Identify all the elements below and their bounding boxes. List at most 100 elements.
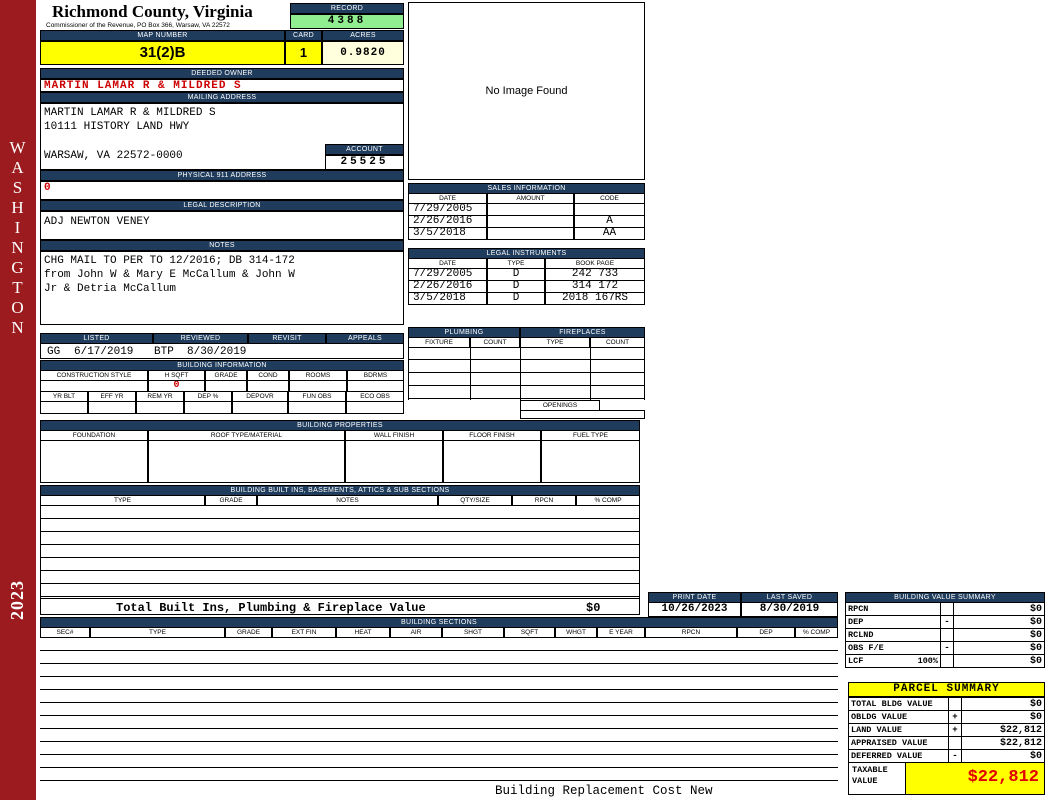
account-value: 25525: [325, 155, 404, 170]
parcel-summary-table: TOTAL BLDG VALUE $0 OBLDG VALUE + $0 LAN…: [848, 697, 1045, 763]
bvs-label-lcf: LCF 100%: [845, 654, 941, 668]
sales-row-code: AA: [574, 227, 645, 240]
bp-val-wall: [345, 440, 443, 483]
reviewed-date-value: 8/30/2019: [187, 346, 247, 358]
bvs-label: DEP: [845, 615, 941, 629]
openings-value: [520, 410, 645, 419]
bvs-op: [940, 654, 954, 668]
bvs-label: RCLND: [845, 628, 941, 642]
built-ins-grid: [40, 506, 640, 598]
ps-value: $22,812: [961, 723, 1045, 737]
bvs-row: RPCN $0: [845, 602, 1045, 616]
sales-row-date: 3/5/2018: [408, 227, 487, 240]
card-header: CARD: [285, 30, 322, 41]
mailing-line-2: 10111 HISTORY LAND HWY: [44, 121, 190, 133]
bs-col-type: TYPE: [90, 627, 225, 638]
notes-line-3: Jr & Detria McCallum: [44, 283, 177, 295]
bs-col-comp: % COMP: [795, 627, 838, 638]
physical-address-header: PHYSICAL 911 ADDRESS: [40, 170, 404, 181]
map-number-value: 31(2)B: [40, 41, 285, 65]
parcel-photo-placeholder: No Image Found: [408, 2, 645, 180]
bvs-op: [940, 602, 954, 616]
county-title: Richmond County, Virginia: [52, 2, 253, 21]
bs-col-air: AIR: [390, 627, 442, 638]
mailing-line-3: WARSAW, VA 22572-0000: [44, 150, 183, 162]
notes-header: NOTES: [40, 240, 404, 251]
bvs-label: OBS F/E: [845, 641, 941, 655]
taxable-label-line-2: VALUE: [852, 776, 878, 786]
bs-col-sqft: SQFT: [504, 627, 555, 638]
bs-col-eyear: E YEAR: [597, 627, 645, 638]
bvs-value: $0: [953, 628, 1045, 642]
builtins-col-comp: % COMP: [576, 495, 640, 506]
ps-label: TOTAL BLDG VALUE: [848, 697, 949, 711]
instr-row-bookpage: 2018 167RS: [545, 292, 645, 305]
notes-line-1: CHG MAIL TO PER TO 12/2016; DB 314-172: [44, 255, 295, 267]
bvs-row: OBS F/E - $0: [845, 641, 1045, 655]
builtins-col-rpcn: RPCN: [512, 495, 576, 506]
deeded-owner-value: MARTIN LAMAR R & MILDRED S: [40, 79, 404, 92]
bs-col-sec: SEC#: [40, 627, 90, 638]
ps-value: $22,812: [961, 736, 1045, 750]
bvs-value: $0: [953, 641, 1045, 655]
notes-line-2: from John W & Mary E McCallum & John W: [44, 269, 295, 281]
ps-row: TOTAL BLDG VALUE $0: [848, 697, 1045, 711]
ps-op: +: [948, 723, 962, 737]
bs-col-extfin: EXT FIN: [272, 627, 336, 638]
year-sidebar: WASHINGTON 2023: [0, 0, 36, 800]
acres-header: ACRES: [322, 30, 404, 41]
bp-val-foundation: [40, 440, 148, 483]
mailing-line-1: MARTIN LAMAR R & MILDRED S: [44, 107, 216, 119]
bvs-op: -: [940, 641, 954, 655]
plumbing-grid-divider: [470, 347, 471, 400]
reviewed-by-value: BTP: [154, 346, 174, 358]
legal-description-value: ADJ NEWTON VENEY: [40, 211, 404, 240]
bs-col-dep: DEP: [737, 627, 795, 638]
ps-row: OBLDG VALUE + $0: [848, 710, 1045, 724]
map-number-header: MAP NUMBER: [40, 30, 285, 41]
ps-label: DEFERRED VALUE: [848, 749, 949, 763]
commissioner-line: Commissioner of the Revenue, PO Box 366,…: [46, 22, 230, 29]
fireplace-grid-divider: [590, 347, 591, 400]
property-record-card: WASHINGTON 2023 Richmond County, Virgini…: [0, 0, 1050, 800]
ps-value: $0: [961, 749, 1045, 763]
notes-box: CHG MAIL TO PER TO 12/2016; DB 314-172 f…: [40, 251, 404, 325]
bi-val2: [232, 401, 288, 414]
bvs-value: $0: [953, 615, 1045, 629]
bp-val-roof: [148, 440, 345, 483]
bvs-op: [940, 628, 954, 642]
deeded-owner-header: DEEDED OWNER: [40, 68, 404, 79]
ps-label: APPRAISED VALUE: [848, 736, 949, 750]
last-saved-value: 8/30/2019: [741, 602, 838, 617]
card-value: 1: [285, 41, 322, 65]
bvs-row: DEP - $0: [845, 615, 1045, 629]
builtins-col-notes: NOTES: [257, 495, 438, 506]
parcel-summary-header: PARCEL SUMMARY: [848, 682, 1045, 697]
bvs-label: RPCN: [845, 602, 941, 616]
legal-description-header: LEGAL DESCRIPTION: [40, 200, 404, 211]
listed-date-value: 6/17/2019: [74, 346, 134, 358]
bs-col-shgt: SHGT: [442, 627, 504, 638]
bs-col-heat: HEAT: [336, 627, 390, 638]
instr-row-type: D: [487, 292, 545, 305]
account-header: ACCOUNT: [325, 144, 404, 155]
taxable-label-line-1: TAXABLE: [852, 765, 888, 775]
bs-col-rpcn: RPCN: [645, 627, 737, 638]
ps-row: DEFERRED VALUE - $0: [848, 749, 1045, 763]
bvs-row-lcf: LCF 100% $0: [845, 654, 1045, 668]
instr-row-date: 3/5/2018: [408, 292, 487, 305]
acres-value: 0.9820: [322, 41, 404, 65]
bp-val-fuel: [541, 440, 640, 483]
bi-val2: [346, 401, 404, 414]
bi-val2: [40, 401, 88, 414]
ps-value: $0: [961, 710, 1045, 724]
taxable-value-label: TAXABLE VALUE: [848, 762, 906, 795]
bi-val2: [184, 401, 232, 414]
builtins-col-type: TYPE: [40, 495, 205, 506]
built-ins-total-label: Total Built Ins, Plumbing & Fireplace Va…: [116, 601, 426, 615]
bi-val2: [88, 401, 136, 414]
taxable-value-amount: $22,812: [906, 762, 1045, 795]
physical-address-value: 0: [40, 181, 404, 200]
sidebar-year-label: 2023: [7, 580, 27, 620]
bs-col-grade: GRADE: [225, 627, 272, 638]
